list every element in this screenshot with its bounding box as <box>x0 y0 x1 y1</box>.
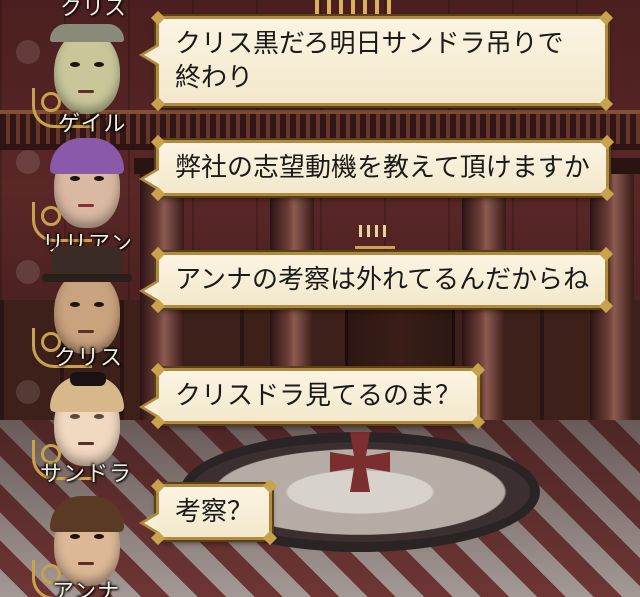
avatar-face <box>54 30 120 114</box>
top-hat-icon <box>42 246 132 282</box>
speaker-name: クリス <box>54 346 124 371</box>
speech-bubble[interactable]: クリスドラ見てるのま？ <box>139 362 486 430</box>
speaker-name: サンドラ <box>40 462 133 487</box>
message-text: 弊社の志望動機を教えて頂けますか <box>175 153 590 183</box>
speech-bubble[interactable]: 考察？ <box>139 478 278 546</box>
avatar-hair <box>50 496 124 532</box>
speaker-name-partial: クリス <box>60 0 127 21</box>
game-scene: クリス ゲイル クリス黒だろ明日サンドラ吊りで終わり リリアン 弊社の志望動機を… <box>0 0 640 597</box>
speaker-name: アンナ <box>52 580 121 597</box>
speech-bubble[interactable]: クリス黒だろ明日サンドラ吊りで終わり <box>139 10 614 112</box>
avatar-hair <box>50 138 124 174</box>
message-text: クリスドラ見てるのま？ <box>175 381 462 411</box>
message-text: クリス黒だろ明日サンドラ吊りで終わり <box>175 29 564 93</box>
avatar-hair <box>50 24 124 42</box>
speech-bubble[interactable]: アンナの考察は外れてるんだからね <box>139 246 614 314</box>
speech-bubble[interactable]: 弊社の志望動機を教えて頂けますか <box>139 134 614 202</box>
message-text: 考察？ <box>175 497 254 527</box>
speaker-name: ゲイル <box>58 112 127 137</box>
chat-log[interactable]: クリス ゲイル クリス黒だろ明日サンドラ吊りで終わり リリアン 弊社の志望動機を… <box>0 0 640 597</box>
hair-bow-icon <box>70 372 106 386</box>
message-text: アンナの考察は外れてるんだからね <box>175 265 590 295</box>
